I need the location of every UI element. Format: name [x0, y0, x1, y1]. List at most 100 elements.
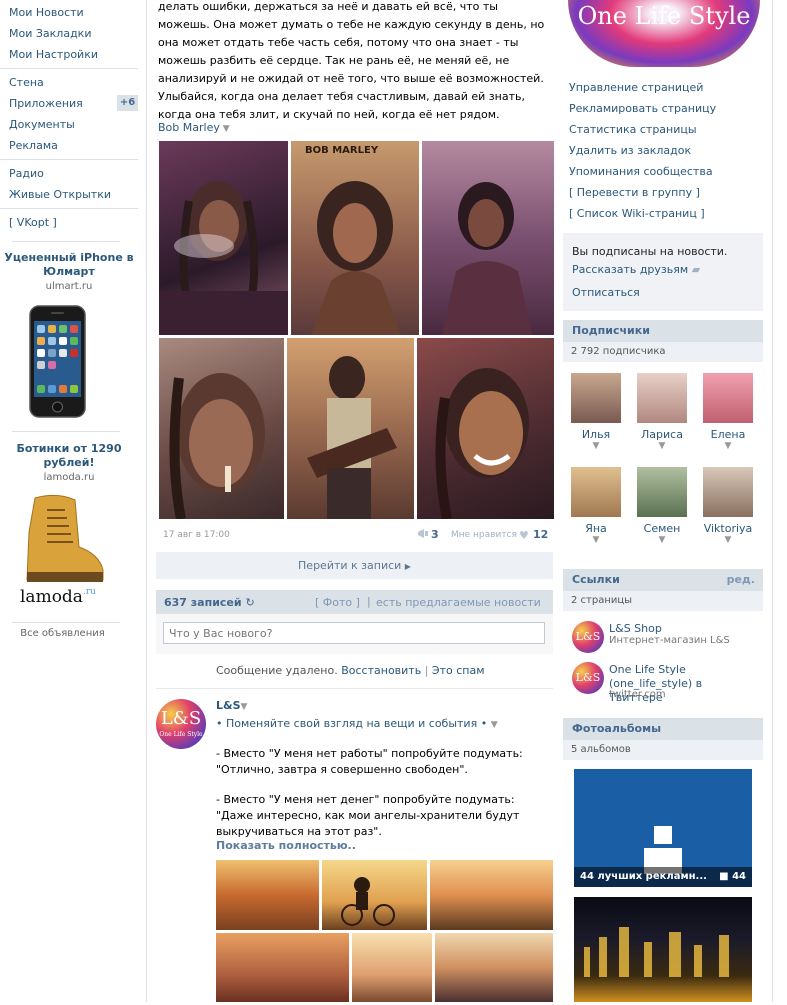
nav-radio[interactable]: Радио	[9, 167, 44, 180]
links-edit-link[interactable]: ред.	[727, 573, 755, 586]
nav-documents[interactable]: Документы	[9, 118, 75, 131]
nav-apps[interactable]: Приложения	[9, 97, 83, 110]
follower-card[interactable]: Илья ▼	[563, 373, 629, 451]
follower-avatar[interactable]	[637, 373, 687, 423]
post2-photo-1[interactable]	[216, 860, 319, 930]
post2-photo-4[interactable]	[216, 933, 349, 1002]
post-subtitle-text[interactable]: • Поменяйте свой взгляд на вещи и событи…	[216, 717, 487, 730]
all-ads-link[interactable]: Все объявления	[0, 628, 125, 639]
wiki-pages-link[interactable]: [ Список Wiki-страниц ]	[569, 207, 705, 220]
follower-card[interactable]: Семен ▼	[629, 467, 695, 545]
follower-card[interactable]: Яна ▼	[563, 467, 629, 545]
heart-icon[interactable]: ♥	[519, 529, 529, 542]
post2-photo-3[interactable]	[430, 860, 553, 930]
albums-title[interactable]: Фотоальбомы	[572, 722, 661, 735]
links-header[interactable]: Ссылки ред.	[563, 569, 763, 591]
goto-post-button[interactable]: Перейти к записи ▶	[156, 552, 553, 579]
post2-photo-6[interactable]	[435, 933, 553, 1002]
follower-name[interactable]: Viktoriya	[695, 522, 761, 535]
nav-live-cards[interactable]: Живые Открытки	[9, 188, 111, 201]
link-avatar[interactable]: L&S	[572, 621, 604, 653]
post2-photo-2[interactable]	[322, 860, 427, 930]
share-count[interactable]: 3	[431, 528, 439, 541]
unsubscribe-link[interactable]: Отписаться	[572, 286, 640, 299]
link-avatar[interactable]: L&S	[572, 662, 604, 694]
ad-boots-title[interactable]: Ботинки от 1290 рублей!	[0, 442, 138, 470]
community-cover[interactable]: One Life Style	[568, 0, 760, 67]
apps-count-badge[interactable]: +6	[117, 95, 138, 111]
post-photo-6[interactable]	[417, 338, 554, 519]
manage-page-link[interactable]: Управление страницей	[569, 81, 703, 94]
post-author-name[interactable]: L&S	[216, 699, 241, 712]
dropdown-arrow-icon[interactable]: ▼	[563, 441, 629, 451]
wall-photo-link[interactable]: [ Фото ]	[315, 596, 360, 609]
ad-boots-image[interactable]: lamoda.ru	[17, 492, 108, 612]
albums-count[interactable]: 5 альбомов	[571, 744, 631, 755]
album-cover[interactable]: 44 лучших рекламн... ■ 44	[574, 769, 752, 887]
link-title[interactable]: L&S Shop	[609, 622, 662, 635]
author-avatar[interactable]: L&S One Life Style	[156, 699, 206, 749]
follower-avatar[interactable]	[703, 373, 753, 423]
follower-avatar[interactable]	[703, 467, 753, 517]
followers-count[interactable]: 2 792 подписчика	[571, 346, 666, 357]
remove-bookmark-link[interactable]: Удалить из закладок	[569, 144, 691, 157]
convert-to-group-link[interactable]: [ Перевести в группу ]	[569, 186, 700, 199]
post-photo-1[interactable]	[159, 141, 288, 335]
nav-my-settings[interactable]: Мои Настройки	[9, 48, 98, 61]
post-photo-2[interactable]: BOB MARLEY	[291, 141, 419, 335]
follower-avatar[interactable]	[637, 467, 687, 517]
albums-header[interactable]: Фотоальбомы	[563, 718, 763, 740]
nav-my-bookmarks[interactable]: Мои Закладки	[9, 27, 91, 40]
links-title[interactable]: Ссылки	[572, 573, 620, 586]
follower-avatar[interactable]	[571, 467, 621, 517]
follower-name[interactable]: Яна	[563, 522, 629, 535]
follower-name[interactable]: Илья	[563, 428, 629, 441]
tell-friends-label[interactable]: Рассказать друзьям	[572, 263, 688, 276]
wall-count-label[interactable]: 637 записей	[164, 596, 242, 609]
ad-iphone-title[interactable]: Уцененный iPhone в Юлмарт	[0, 251, 138, 279]
nav-my-news[interactable]: Мои Новости	[9, 6, 84, 19]
follower-name[interactable]: Елена	[695, 428, 761, 441]
like-count[interactable]: 12	[533, 528, 548, 541]
ad-iphone-image[interactable]	[29, 305, 86, 418]
new-post-input[interactable]	[163, 622, 545, 644]
like-label[interactable]: Мне нравится	[451, 530, 517, 540]
album-cover[interactable]	[574, 897, 752, 1002]
dropdown-arrow-icon[interactable]: ▼	[695, 441, 761, 451]
share-icon[interactable]	[417, 528, 429, 542]
follower-card[interactable]: Елена ▼	[695, 373, 761, 451]
follower-avatar[interactable]	[571, 373, 621, 423]
restore-link[interactable]: Восстановить	[341, 664, 421, 677]
post-date[interactable]: 17 авг в 17:00	[163, 530, 230, 540]
nav-vkopt[interactable]: [ VKopt ]	[9, 216, 57, 229]
community-mentions-link[interactable]: Упоминания сообщества	[569, 165, 713, 178]
post-photo-3[interactable]	[422, 141, 554, 335]
dropdown-arrow-icon[interactable]: ▼	[563, 535, 629, 545]
post-photo-4[interactable]	[159, 338, 284, 519]
post-tag-label[interactable]: Bob Marley	[158, 121, 220, 134]
tell-friends-link[interactable]: Рассказать друзьям ▰	[572, 263, 700, 276]
dropdown-arrow-icon[interactable]: ▼	[695, 535, 761, 545]
post2-photo-5[interactable]	[352, 933, 432, 1002]
dropdown-arrow-icon[interactable]: ▼	[491, 720, 498, 730]
dropdown-arrow-icon[interactable]: ▼	[629, 535, 695, 545]
links-count[interactable]: 2 страницы	[571, 595, 632, 606]
spam-link[interactable]: Это спам	[432, 664, 485, 677]
post-tag[interactable]: Bob Marley ▼	[158, 121, 230, 134]
album-title[interactable]: 44 лучших рекламн...	[580, 871, 707, 882]
post-author[interactable]: L&S▼	[216, 699, 247, 712]
suggested-news-link[interactable]: есть предлагаемые новости	[376, 596, 541, 609]
followers-title[interactable]: Подписчики	[572, 324, 650, 337]
follower-card[interactable]: Viktoriya ▼	[695, 467, 761, 545]
wall-count[interactable]: 637 записей ↻	[164, 596, 255, 609]
post-photo-5[interactable]	[287, 338, 414, 519]
follower-name[interactable]: Лариса	[629, 428, 695, 441]
followers-header[interactable]: Подписчики	[563, 320, 763, 342]
advertise-page-link[interactable]: Рекламировать страницу	[569, 102, 716, 115]
show-more-link[interactable]: Показать полностью..	[216, 839, 356, 852]
nav-wall[interactable]: Стена	[9, 76, 44, 89]
dropdown-arrow-icon[interactable]: ▼	[629, 441, 695, 451]
refresh-icon[interactable]: ↻	[245, 596, 254, 609]
follower-name[interactable]: Семен	[629, 522, 695, 535]
nav-ads[interactable]: Реклама	[9, 139, 58, 152]
